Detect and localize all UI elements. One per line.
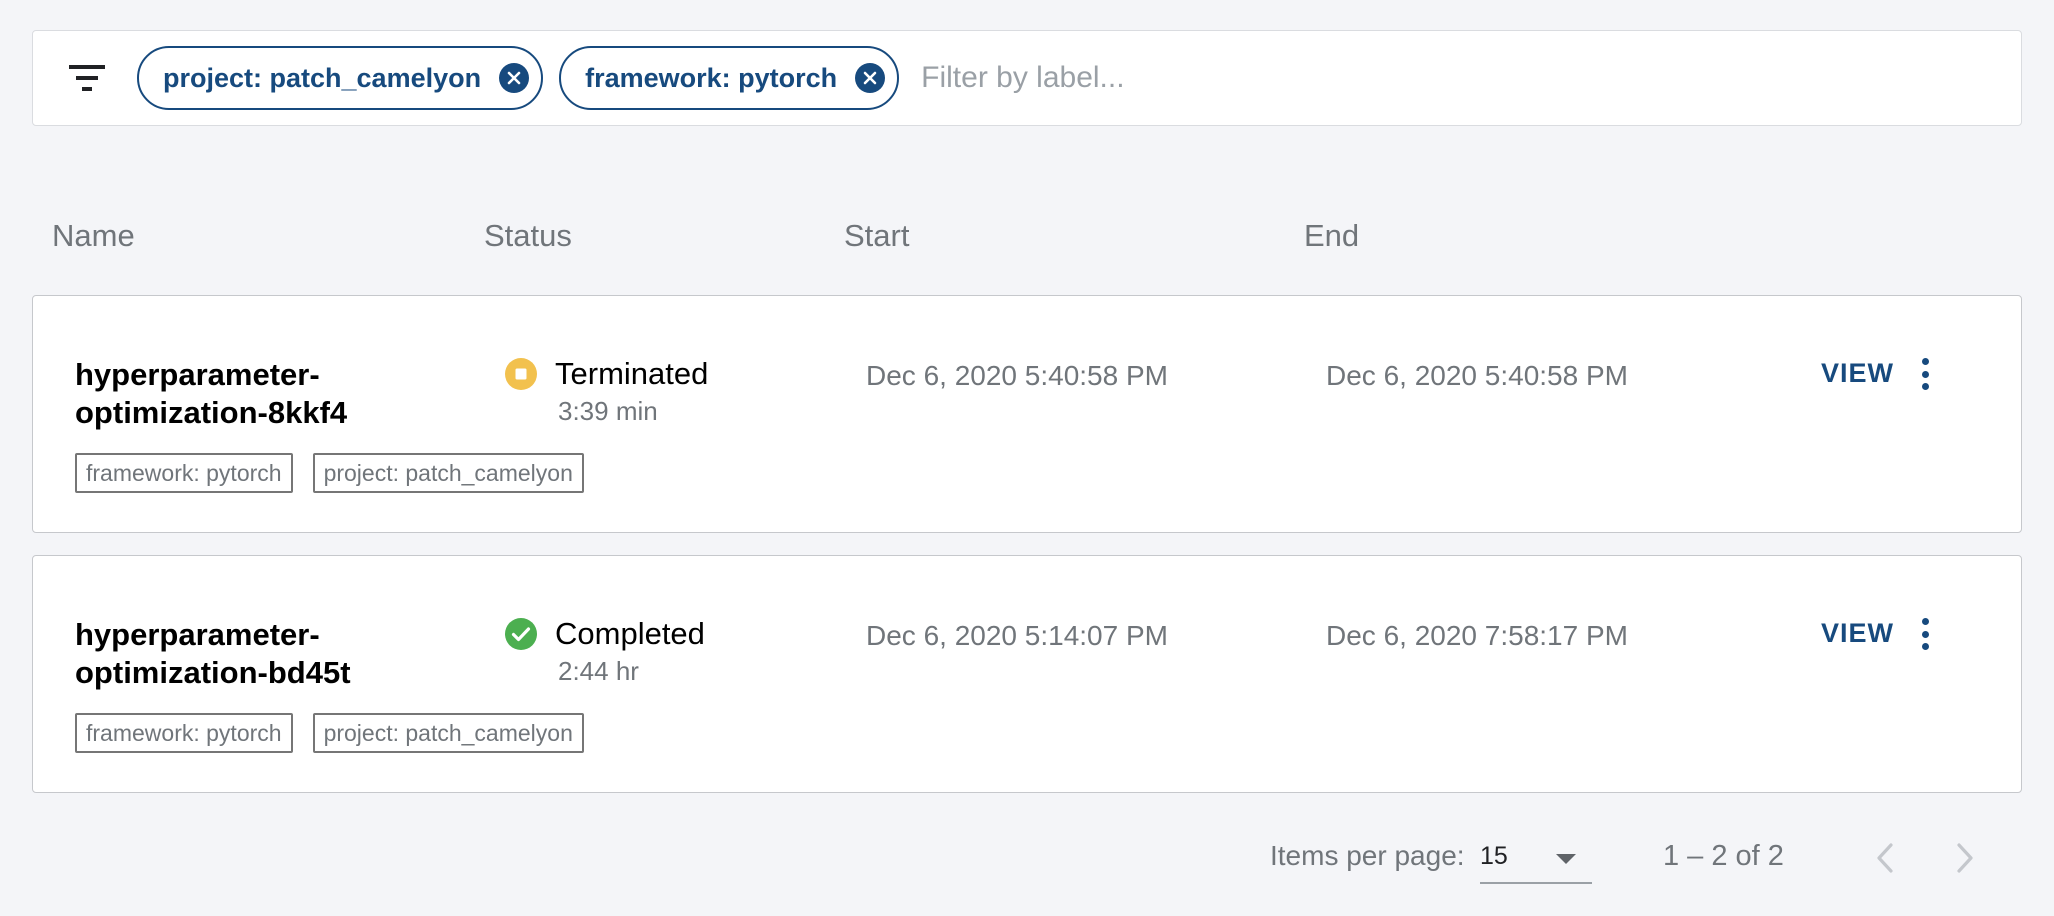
label-tag: project: patch_camelyon: [312, 713, 584, 753]
chevron-left-icon: [1877, 843, 1893, 873]
paginator: Items per page: 15 1 – 2 of 2: [0, 830, 2054, 890]
filter-chip-framework: framework: pytorch: [559, 46, 900, 110]
run-name-line: hyperparameter-: [75, 357, 320, 392]
status-label: Completed: [555, 616, 705, 651]
more-vert-icon[interactable]: [1913, 612, 1937, 656]
items-per-page-label: Items per page:: [1270, 840, 1465, 871]
column-header-status: Status: [484, 218, 572, 253]
filter-chip-label: framework: pytorch: [585, 62, 838, 93]
end-time: Dec 6, 2020 5:40:58 PM: [1326, 360, 1628, 391]
check-circle-icon: [505, 618, 537, 650]
filter-by-label-input[interactable]: [921, 48, 2021, 108]
page-size-value: 15: [1480, 842, 1508, 870]
run-row[interactable]: hyperparameter- optimization-bd45t frame…: [32, 555, 2022, 793]
previous-page-button[interactable]: [1861, 834, 1909, 882]
column-header-end: End: [1304, 218, 1360, 253]
filter-chip-label: project: patch_camelyon: [163, 62, 482, 93]
run-row[interactable]: hyperparameter- optimization-8kkf4 frame…: [32, 295, 2022, 533]
run-tags: framework: pytorch project: patch_camely…: [75, 713, 604, 753]
label-tag: framework: pytorch: [75, 713, 293, 753]
run-name-line: optimization-bd45t: [75, 655, 351, 690]
run-name-line: optimization-8kkf4: [75, 395, 348, 430]
label-tag: project: patch_camelyon: [312, 453, 584, 493]
label-tag: framework: pytorch: [75, 453, 293, 493]
run-tags: framework: pytorch project: patch_camely…: [75, 453, 604, 493]
page-size-select[interactable]: 15: [1480, 830, 1592, 884]
view-button[interactable]: VIEW: [1821, 618, 1894, 649]
page-range-label: 1 – 2 of 2: [1663, 840, 1784, 872]
run-name: hyperparameter- optimization-8kkf4: [75, 356, 475, 432]
remove-chip-icon[interactable]: [499, 63, 530, 93]
remove-chip-icon[interactable]: [855, 63, 886, 93]
run-name-line: hyperparameter-: [75, 617, 320, 652]
label-filter-bar: project: patch_camelyon framework: pytor…: [32, 30, 2022, 126]
start-time: Dec 6, 2020 5:14:07 PM: [866, 620, 1168, 651]
status-label: Terminated: [555, 356, 709, 391]
start-time: Dec 6, 2020 5:40:58 PM: [866, 360, 1168, 391]
run-duration: 3:39 min: [558, 396, 658, 426]
view-button[interactable]: VIEW: [1821, 358, 1894, 389]
column-header-start: Start: [844, 218, 910, 253]
run-name: hyperparameter- optimization-bd45t: [75, 616, 475, 692]
chevron-right-icon: [1957, 843, 1973, 873]
filter-list-icon[interactable]: [67, 58, 107, 98]
end-time: Dec 6, 2020 7:58:17 PM: [1326, 620, 1628, 651]
stop-circle-icon: [505, 358, 537, 390]
dropdown-arrow-icon: [1556, 854, 1576, 864]
run-duration: 2:44 hr: [558, 656, 639, 686]
next-page-button[interactable]: [1941, 834, 1989, 882]
more-vert-icon[interactable]: [1913, 352, 1937, 396]
filter-chip-project: project: patch_camelyon: [137, 46, 544, 110]
column-header-name: Name: [52, 218, 135, 253]
